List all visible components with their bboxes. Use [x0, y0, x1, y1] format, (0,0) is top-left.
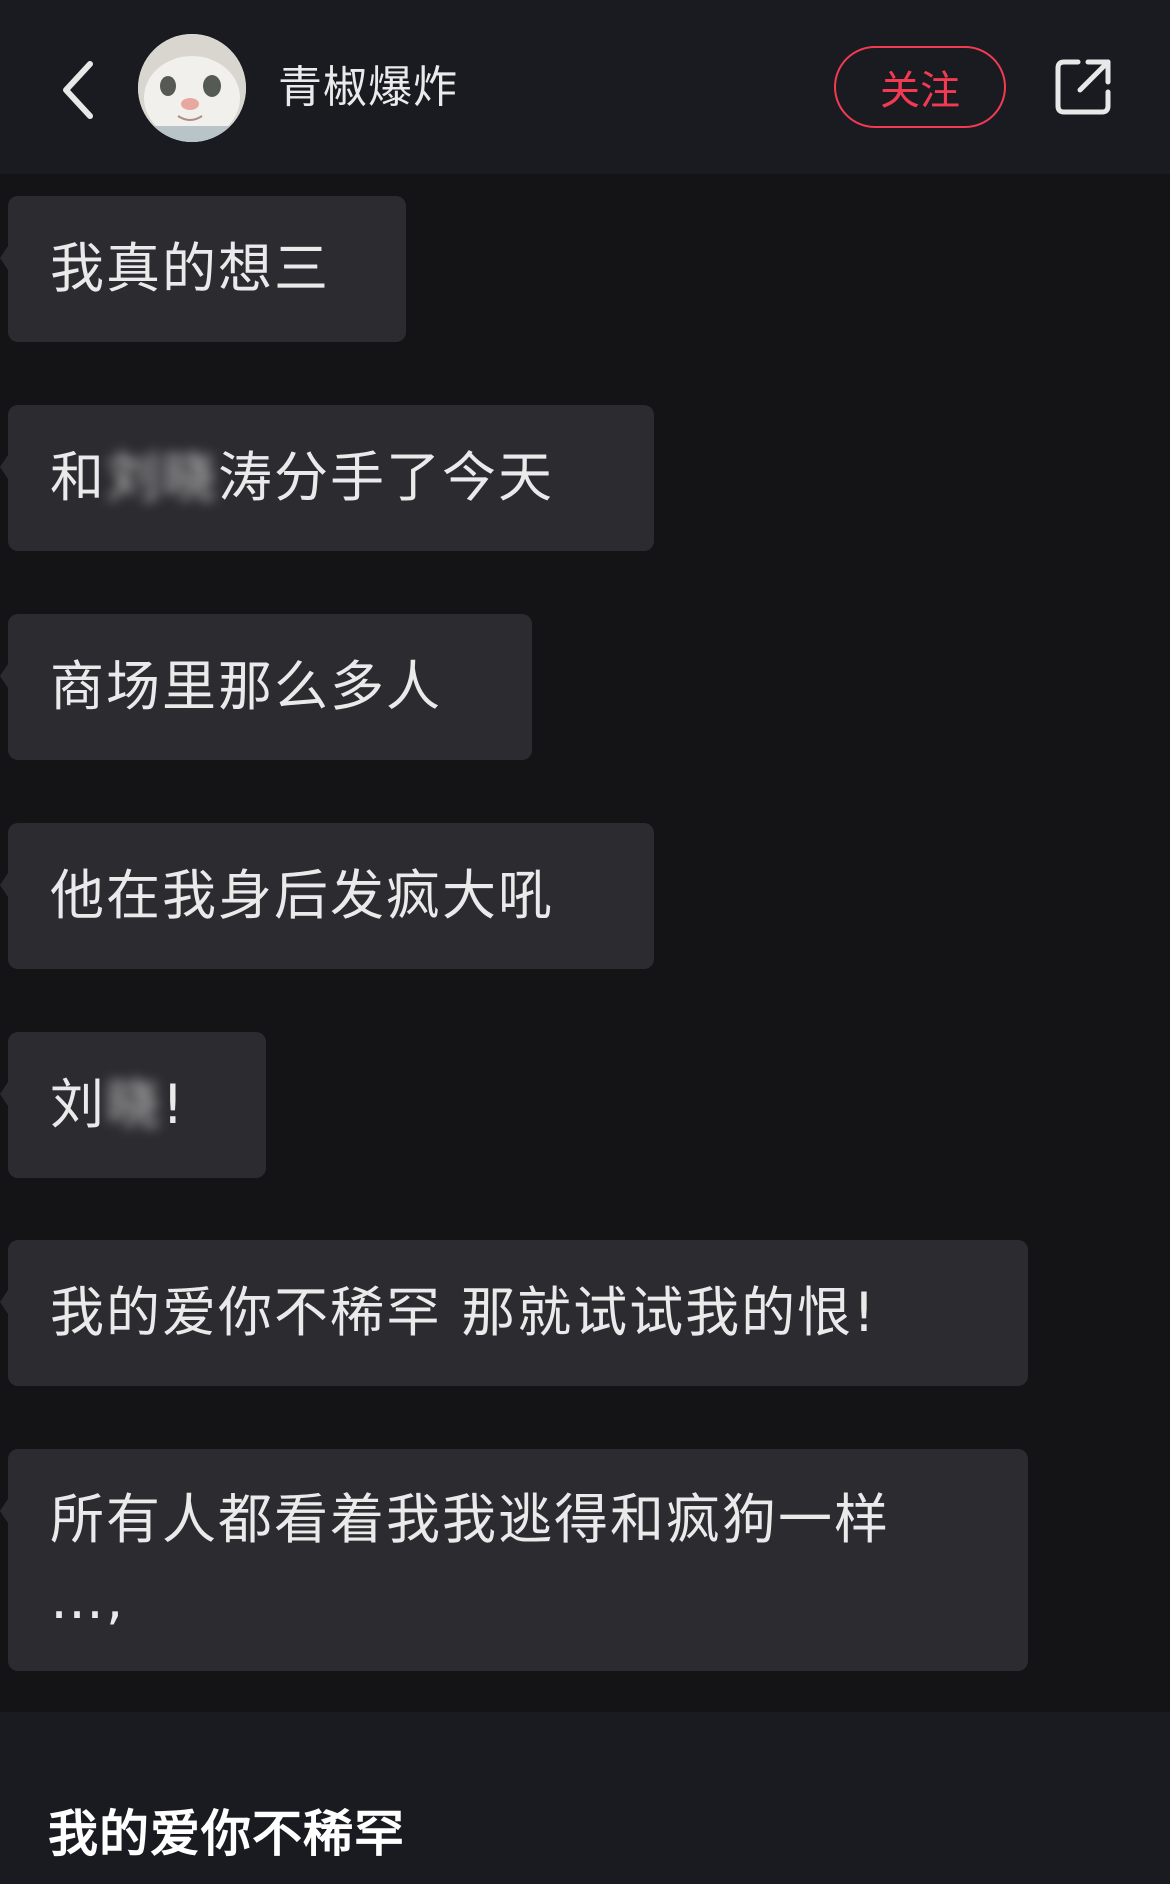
- message-text: 涛分手了今天: [218, 446, 554, 509]
- avatar[interactable]: [138, 34, 246, 142]
- message-text: 刘: [50, 1073, 106, 1136]
- message-text-line: 所有人都看着我我逃得和疯狗一样: [50, 1488, 890, 1551]
- post-title: 我的爱你不稀罕: [48, 1805, 405, 1863]
- post-caption-bar: 我的爱你不稀罕: [0, 1712, 1170, 1884]
- message-bubble: 我真的想三: [0, 196, 406, 342]
- chat-area: 我真的想三 和刘晓 涛分手了今天 商场里那么多人 他在我身后发疯大吼 刘晓! 我的…: [0, 174, 1170, 1712]
- message-text: 我真的想三: [50, 237, 330, 300]
- blurred-name: 晓: [106, 1073, 162, 1136]
- message-bubble: 我的爱你不稀罕 那就试试我的恨!: [0, 1240, 1028, 1386]
- message-bubble: 和刘晓 涛分手了今天: [0, 405, 654, 551]
- share-external-icon: [1055, 59, 1111, 115]
- message-bubble: 所有人都看着我我逃得和疯狗一样 …,: [0, 1449, 1028, 1671]
- top-bar: 青椒爆炸 关注: [0, 0, 1170, 174]
- message-bubble: 刘晓!: [0, 1032, 266, 1178]
- chevron-left-icon: [63, 61, 93, 119]
- cat-avatar-image: [138, 34, 246, 142]
- message-text: !: [162, 1073, 186, 1136]
- message-bubble: 他在我身后发疯大吼: [0, 823, 654, 969]
- message-text: 和: [50, 446, 106, 509]
- message-text: 商场里那么多人: [50, 655, 442, 718]
- message-text: 我的爱你不稀罕 那就试试我的恨!: [50, 1281, 877, 1344]
- share-button[interactable]: [1050, 54, 1116, 120]
- message-text: 他在我身后发疯大吼: [50, 864, 554, 927]
- follow-button[interactable]: 关注: [834, 46, 1006, 128]
- message-bubble: 商场里那么多人: [0, 614, 532, 760]
- username[interactable]: 青椒爆炸: [278, 60, 458, 116]
- back-button[interactable]: [48, 52, 108, 128]
- blurred-name: 刘晓: [106, 446, 218, 509]
- message-text-line: …,: [50, 1568, 126, 1631]
